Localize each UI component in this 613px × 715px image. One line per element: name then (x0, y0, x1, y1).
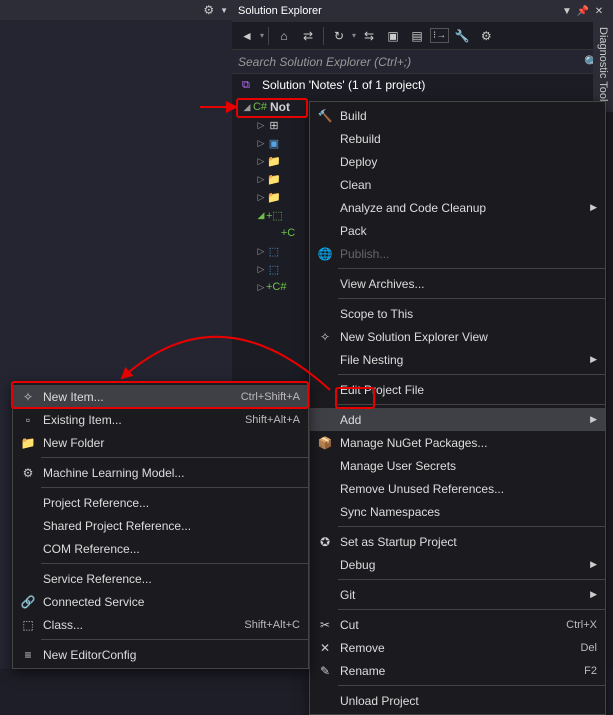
diagnostic-tools-tab[interactable]: Diagnostic Tools (593, 22, 613, 112)
panel-title: Solution Explorer (238, 5, 559, 17)
preview-icon[interactable]: ▤ (406, 25, 428, 47)
home-icon[interactable]: ⌂ (273, 25, 295, 47)
show-all-icon[interactable]: ▣ (382, 25, 404, 47)
switch-view-icon[interactable]: ⇄ (297, 25, 319, 47)
menu-item-existing-item[interactable]: ▫Existing Item...Shift+Alt+A (13, 408, 308, 431)
menu-item-pack[interactable]: Pack (310, 219, 605, 242)
chevron-right-icon: ▶ (584, 202, 597, 213)
settings-icon[interactable]: ⚙ (203, 3, 214, 17)
back-icon[interactable]: ◄ (236, 25, 258, 47)
pin-icon[interactable]: 📌 (575, 6, 591, 17)
folder-icon: 📁 (266, 173, 282, 186)
menu-item-view-archives[interactable]: View Archives... (310, 272, 605, 295)
solution-node[interactable]: ⧉ Solution 'Notes' (1 of 1 project) (232, 74, 613, 96)
menu-item-shared-project-reference[interactable]: Shared Project Reference... (13, 514, 308, 537)
menu-item-remove-unused-references[interactable]: Remove Unused References... (310, 477, 605, 500)
close-icon[interactable]: ✕ (591, 6, 607, 17)
menu-item-cut[interactable]: ✂CutCtrl+X (310, 613, 605, 636)
connected-icon: 🔗 (17, 595, 39, 609)
panel-header: Solution Explorer ▼ 📌 ✕ (232, 0, 613, 22)
menu-item-manage-user-secrets[interactable]: Manage User Secrets (310, 454, 605, 477)
star-icon: ✪ (314, 535, 336, 549)
menu-item-com-reference[interactable]: COM Reference... (13, 537, 308, 560)
cut-icon: ✂ (314, 618, 336, 632)
chevron-right-icon: ▶ (584, 354, 597, 365)
chevron-right-icon: ▶ (584, 559, 597, 570)
menu-item-scope-to-this[interactable]: Scope to This (310, 302, 605, 325)
rename-icon: ✎ (314, 664, 336, 678)
folder-icon: 📁 (17, 436, 39, 450)
settings-icon[interactable]: ⚙ (475, 25, 497, 47)
ml-icon: ⚙ (17, 466, 39, 480)
newitem-icon: ✧ (17, 390, 39, 404)
context-menu: 🔨BuildRebuildDeployCleanAnalyze and Code… (309, 101, 606, 715)
menu-item-add[interactable]: Add▶ (310, 408, 605, 431)
menu-item-project-reference[interactable]: Project Reference... (13, 491, 308, 514)
remove-icon: ✕ (314, 641, 336, 655)
menu-item-git[interactable]: Git▶ (310, 583, 605, 606)
menu-item-set-as-startup-project[interactable]: ✪Set as Startup Project (310, 530, 605, 553)
menu-item-sync-namespaces[interactable]: Sync Namespaces (310, 500, 605, 523)
chevron-right-icon: ▶ (584, 589, 597, 600)
menu-item-deploy[interactable]: Deploy (310, 150, 605, 173)
existing-icon: ▫ (17, 413, 39, 427)
nesting-button[interactable]: ⁝→ (430, 28, 449, 43)
menu-item-publish: 🌐Publish... (310, 242, 605, 265)
menu-item-analyze-and-code-cleanup[interactable]: Analyze and Code Cleanup▶ (310, 196, 605, 219)
menu-item-unload-project[interactable]: Unload Project (310, 689, 605, 712)
menu-item-service-reference[interactable]: Service Reference... (13, 567, 308, 590)
add-submenu: ✧New Item...Ctrl+Shift+A▫Existing Item..… (12, 382, 309, 669)
menu-item-remove[interactable]: ✕RemoveDel (310, 636, 605, 659)
class-icon: ⬚ (17, 618, 39, 632)
newview-icon: ✧ (314, 330, 336, 344)
menu-item-file-nesting[interactable]: File Nesting▶ (310, 348, 605, 371)
menu-item-new-solution-explorer-view[interactable]: ✧New Solution Explorer View (310, 325, 605, 348)
menu-item-edit-project-file[interactable]: Edit Project File (310, 378, 605, 401)
menu-item-rename[interactable]: ✎RenameF2 (310, 659, 605, 682)
collapse-icon[interactable]: ⇆ (358, 25, 380, 47)
menu-item-clean[interactable]: Clean (310, 173, 605, 196)
editorconfig-icon: ≡ (17, 648, 39, 662)
panel-dropdown-icon[interactable]: ▼ (559, 6, 575, 17)
menu-item-manage-nuget-packages[interactable]: 📦Manage NuGet Packages... (310, 431, 605, 454)
menu-item-machine-learning-model[interactable]: ⚙Machine Learning Model... (13, 461, 308, 484)
solution-icon: ⧉ (242, 79, 258, 92)
menu-item-debug[interactable]: Debug▶ (310, 553, 605, 576)
chevron-right-icon: ▶ (584, 414, 597, 425)
search-input[interactable]: Search Solution Explorer (Ctrl+;) 🔍 ▾ (232, 50, 613, 74)
csharp-project-icon: C# (252, 101, 268, 113)
menu-item-new-folder[interactable]: 📁New Folder (13, 431, 308, 454)
nuget-icon: 📦 (314, 436, 336, 450)
properties-icon[interactable]: 🔧 (451, 25, 473, 47)
menu-item-class[interactable]: ⬚Class...Shift+Alt+C (13, 613, 308, 636)
folder-icon: 📁 (266, 191, 282, 204)
refresh-icon[interactable]: ↻ (328, 25, 350, 47)
folder-icon: 📁 (266, 155, 282, 168)
menu-item-new-item[interactable]: ✧New Item...Ctrl+Shift+A (13, 385, 308, 408)
toolbar: ◄▾ ⌂ ⇄ ↻▾ ⇆ ▣ ▤ ⁝→ 🔧 ⚙ (232, 22, 613, 50)
menu-item-rebuild[interactable]: Rebuild (310, 127, 605, 150)
menu-item-new-editorconfig[interactable]: ≡New EditorConfig (13, 643, 308, 666)
menu-item-build[interactable]: 🔨Build (310, 104, 605, 127)
globe-icon: 🌐 (314, 247, 336, 261)
hammer-icon: 🔨 (314, 109, 336, 123)
dropdown-icon[interactable]: ▼ (220, 6, 228, 15)
menu-item-connected-service[interactable]: 🔗Connected Service (13, 590, 308, 613)
